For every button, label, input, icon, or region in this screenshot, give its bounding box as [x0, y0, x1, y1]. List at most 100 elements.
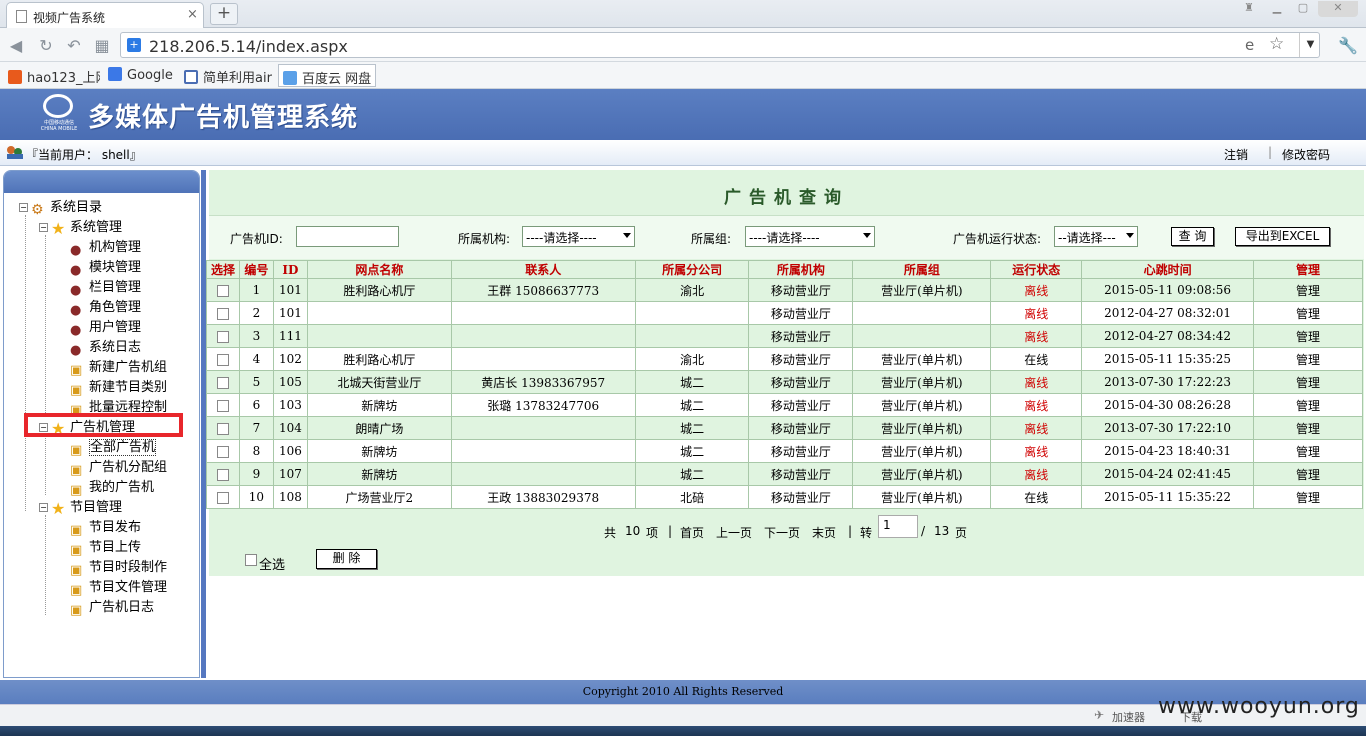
sidebar-item-new-category[interactable]: ▣ 新建节目类别: [70, 379, 167, 398]
manage-link[interactable]: 管理: [1253, 278, 1363, 302]
collapse-icon[interactable]: −: [39, 223, 48, 232]
prev-page-link[interactable]: 上一页: [716, 524, 752, 541]
row-checkbox[interactable]: [216, 330, 229, 343]
machine-id-input[interactable]: [296, 226, 399, 247]
current-user-label: 『当前用户： shell』: [26, 148, 142, 162]
sidebar-item-upload[interactable]: ▣ 节目上传: [70, 539, 141, 558]
browser-tab[interactable]: 视频广告系统 ×: [6, 2, 204, 28]
sidebar-item-publish[interactable]: ▣ 节目发布: [70, 519, 141, 538]
bookmark-airc[interactable]: 简单利用airc: [184, 67, 272, 85]
favorite-star-icon[interactable]: ☆: [1269, 34, 1284, 54]
sidebar-item-machine-groups[interactable]: ▣ 广告机分配组: [70, 459, 167, 478]
manage-link[interactable]: 管理: [1253, 370, 1363, 394]
cell-group: [852, 324, 992, 348]
maximize-icon[interactable]: ▢: [1290, 1, 1316, 17]
sidebar-item-user[interactable]: ● 用户管理: [70, 319, 141, 338]
cell-number: 5: [238, 370, 274, 394]
undo-icon[interactable]: ↶: [64, 36, 84, 55]
cell-status: 离线: [990, 393, 1083, 417]
cell-branch: 渝北: [634, 278, 750, 302]
sidebar-item-schedule[interactable]: ▣ 节目时段制作: [70, 559, 167, 578]
back-icon[interactable]: ◀: [6, 36, 26, 55]
cell-id: 108: [272, 485, 308, 509]
tree-line: [45, 235, 46, 415]
bookmark-baiduyun[interactable]: 百度云 网盘: [278, 64, 376, 87]
row-checkbox[interactable]: [216, 284, 229, 297]
delete-button[interactable]: 删 除: [316, 549, 377, 569]
url-field[interactable]: + 218.206.5.14/index.aspx e ☆ ▼: [120, 32, 1320, 58]
sidebar-item-column[interactable]: ● 栏目管理: [70, 279, 141, 298]
close-window-icon[interactable]: ✕: [1318, 1, 1358, 17]
user-icon: ▣: [70, 523, 83, 538]
bookmark-google[interactable]: Google: [108, 67, 178, 85]
accelerator-label[interactable]: 加速器: [1112, 709, 1145, 725]
manage-link[interactable]: 管理: [1253, 439, 1363, 463]
manage-link[interactable]: 管理: [1253, 393, 1363, 417]
url-dropdown-icon[interactable]: ▼: [1299, 33, 1321, 57]
sidebar-item-syslog[interactable]: ● 系统日志: [70, 339, 141, 358]
tools-wrench-icon[interactable]: 🔧: [1334, 36, 1362, 55]
org-select[interactable]: ----请选择----: [522, 226, 635, 247]
collapse-icon[interactable]: −: [39, 503, 48, 512]
manage-link[interactable]: 管理: [1253, 301, 1363, 325]
first-page-link[interactable]: 首页: [680, 524, 704, 541]
row-select-cell: [206, 462, 240, 486]
tree-group-system[interactable]: − ★ 系统管理: [39, 219, 122, 237]
new-tab-button[interactable]: +: [210, 3, 238, 25]
sidebar-item-module[interactable]: ● 模块管理: [70, 259, 141, 278]
apps-icon[interactable]: ▦: [92, 36, 112, 55]
logout-link[interactable]: 注销: [1224, 146, 1248, 163]
manage-link[interactable]: 管理: [1253, 462, 1363, 486]
status-select[interactable]: --请选择---: [1054, 226, 1138, 247]
refresh-icon[interactable]: ↻: [36, 36, 56, 55]
page-number-input[interactable]: 1: [878, 515, 918, 538]
search-button[interactable]: 查 询: [1171, 227, 1214, 246]
row-checkbox[interactable]: [216, 353, 229, 366]
cell-status: 离线: [990, 278, 1083, 302]
row-checkbox[interactable]: [216, 491, 229, 504]
row-checkbox[interactable]: [216, 307, 229, 320]
tree-group-program[interactable]: − ★ 节目管理: [39, 499, 122, 517]
cell-branch: 城二: [634, 393, 750, 417]
change-password-link[interactable]: 修改密码: [1282, 146, 1330, 163]
manage-link[interactable]: 管理: [1253, 347, 1363, 371]
row-select-cell: [206, 301, 240, 325]
sidebar-item-role[interactable]: ● 角色管理: [70, 299, 141, 318]
row-checkbox[interactable]: [216, 445, 229, 458]
cell-status: 离线: [990, 462, 1083, 486]
cell-group: 营业厅(单片机): [852, 370, 992, 394]
last-page-link[interactable]: 末页: [812, 524, 836, 541]
row-checkbox[interactable]: [216, 468, 229, 481]
bookmark-hao123[interactable]: hao123_上网: [8, 67, 100, 85]
next-page-link[interactable]: 下一页: [764, 524, 800, 541]
manage-link[interactable]: 管理: [1253, 416, 1363, 440]
minimize-icon[interactable]: ▁: [1264, 1, 1290, 17]
manage-link[interactable]: 管理: [1253, 324, 1363, 348]
collapse-icon[interactable]: −: [19, 203, 28, 212]
skin-icon[interactable]: ♜: [1236, 1, 1262, 17]
select-all-checkbox[interactable]: [245, 554, 257, 566]
cell-org: 移动营业厅: [748, 278, 854, 302]
user-icon: ▣: [70, 603, 83, 618]
row-checkbox[interactable]: [216, 399, 229, 412]
manage-link[interactable]: 管理: [1253, 485, 1363, 509]
table-row: 8 106 新牌坊 城二 移动营业厅 营业厅(单片机) 离线 2015-04-23 18:40…: [206, 439, 1363, 463]
row-checkbox[interactable]: [216, 422, 229, 435]
cell-heartbeat: 2015-04-30 08:26:28: [1081, 393, 1255, 417]
sidebar-item-machine-log[interactable]: ▣ 广告机日志: [70, 599, 154, 618]
export-excel-button[interactable]: 导出到EXCEL: [1235, 227, 1330, 246]
sidebar-item-org[interactable]: ● 机构管理: [70, 239, 141, 258]
group-select[interactable]: ----请选择----: [745, 226, 875, 247]
tree-root[interactable]: − ⚙ 系统目录: [19, 199, 102, 218]
sidebar-item-files[interactable]: ▣ 节目文件管理: [70, 579, 167, 598]
sidebar-item-my-machines[interactable]: ▣ 我的广告机: [70, 479, 154, 498]
ie-mode-icon[interactable]: e: [1245, 36, 1254, 54]
cell-id: 107: [272, 462, 308, 486]
users-icon: ●: [70, 303, 82, 318]
sidebar-item-all-machines[interactable]: ▣ 全部广告机: [70, 439, 157, 458]
sidebar-item-new-group[interactable]: ▣ 新建广告机组: [70, 359, 167, 378]
tab-close-icon[interactable]: ×: [187, 7, 198, 22]
table-row: 9 107 新牌坊 城二 移动营业厅 营业厅(单片机) 离线 2015-04-24 02:41…: [206, 462, 1363, 486]
cell-contact: [450, 301, 636, 325]
row-checkbox[interactable]: [216, 376, 229, 389]
